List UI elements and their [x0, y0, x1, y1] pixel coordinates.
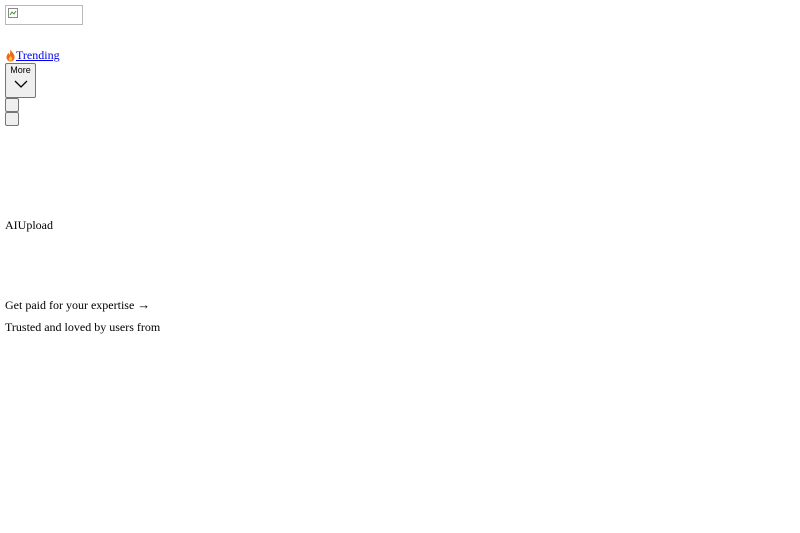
ai-upload-text: AIUpload [5, 218, 53, 232]
more-button-label: More [10, 65, 31, 75]
get-paid-cta[interactable]: Get paid for your expertise → [5, 297, 151, 313]
empty-button-2[interactable] [5, 112, 19, 126]
empty-button-1[interactable] [5, 98, 19, 112]
get-paid-text: Get paid for your expertise [5, 298, 135, 312]
arrow-right-icon: → [137, 297, 151, 312]
trending-nav[interactable]: Trending [5, 48, 60, 62]
chevron-down-icon [14, 80, 27, 88]
fire-icon [6, 49, 15, 61]
trending-link[interactable]: Trending [16, 48, 60, 62]
ai-label: AI [5, 218, 18, 232]
upload-label[interactable]: Upload [18, 218, 53, 232]
site-logo[interactable] [5, 5, 83, 25]
more-menu-button[interactable]: More [5, 63, 36, 98]
trusted-by-text: Trusted and loved by users from [5, 320, 161, 334]
broken-image-icon [8, 8, 18, 18]
